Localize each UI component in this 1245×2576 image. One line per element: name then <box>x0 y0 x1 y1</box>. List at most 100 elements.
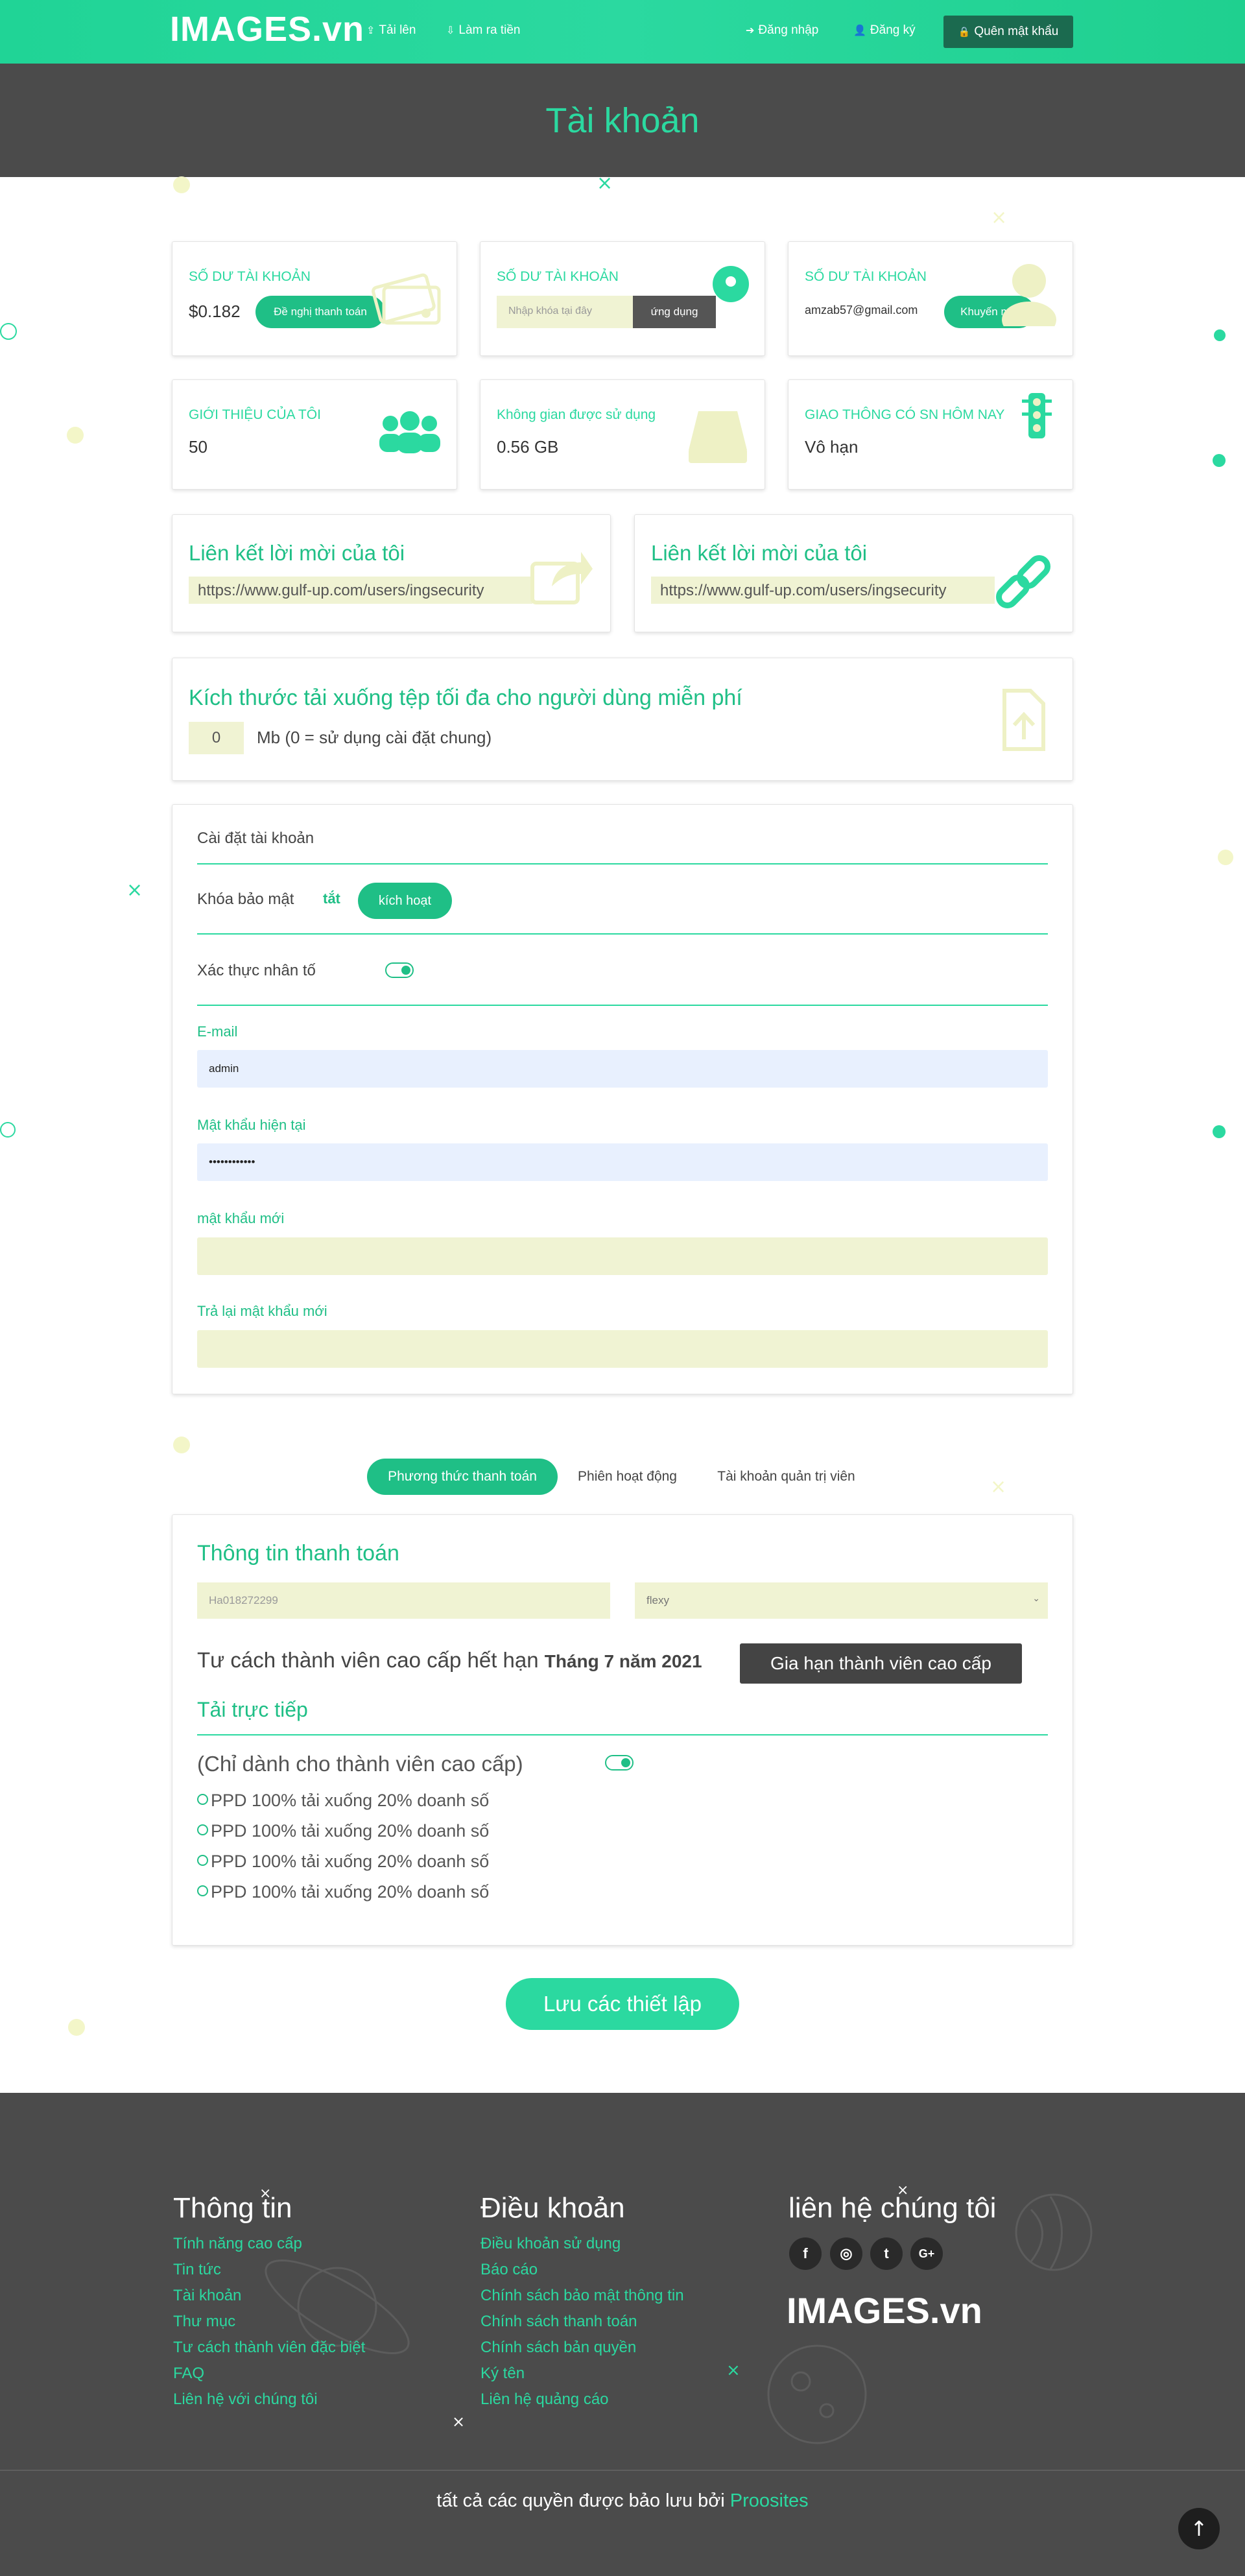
footer-link[interactable]: Liên hệ với chúng tôi <box>173 2387 365 2413</box>
invite-link-field[interactable]: https://www.gulf-up.com/users/ingsecurit… <box>189 577 532 604</box>
google-plus-icon[interactable]: G+ <box>910 2237 943 2270</box>
premium-expiry-label: Tư cách thành viên cao cấp hết hạn <box>197 1648 539 1672</box>
decor-cross: × <box>990 1475 1007 1498</box>
direct-download-toggle[interactable] <box>605 1755 634 1771</box>
divider <box>197 863 1048 865</box>
invite-link-field[interactable]: https://www.gulf-up.com/users/ingsecurit… <box>651 577 995 604</box>
divider <box>197 1734 1048 1735</box>
decor-bubble <box>173 176 190 193</box>
footer-link[interactable]: Báo cáo <box>480 2257 684 2283</box>
footer-link[interactable]: Chính sách thanh toán <box>480 2309 684 2335</box>
decor-bubble <box>1214 329 1226 341</box>
decor-bubble <box>0 323 17 340</box>
activate-security-button[interactable]: kích hoạt <box>358 883 452 919</box>
nav-earn-money[interactable]: ⇩ Làm ra tiền <box>446 23 520 38</box>
ppd-option-label: PPD 100% tải xuống 20% doanh số <box>211 1882 490 1902</box>
top-navbar: IMAGES.vn ⇪ Tải lên ⇩ Làm ra tiền ➔ Đăng nh… <box>0 0 1245 64</box>
twitter-icon[interactable]: t <box>870 2237 903 2270</box>
renew-premium-button[interactable]: Gia hạn thành viên cao cấp <box>740 1643 1022 1684</box>
footer-link[interactable]: Thư mục <box>173 2309 365 2335</box>
footer-link[interactable]: Tài khoản <box>173 2283 365 2309</box>
footer-link[interactable]: Liên hệ quảng cáo <box>480 2387 684 2413</box>
footer-link[interactable]: Tư cách thành viên đặc biệt <box>173 2335 365 2361</box>
premium-only-note: (Chỉ dành cho thành viên cao cấp) <box>197 1752 523 1776</box>
decor-cross: × <box>991 206 1008 229</box>
footer-link[interactable]: Tin tức <box>173 2257 365 2283</box>
space-used-label: Không gian được sử dụng <box>497 407 656 422</box>
ppd-option[interactable]: PPD 100% tải xuống 20% doanh số <box>197 1791 489 1811</box>
tab-active-sessions[interactable]: Phiên hoạt động <box>564 1459 691 1495</box>
footer-logo[interactable]: IMAGES.vn <box>787 2289 982 2332</box>
nav-login[interactable]: ➔ Đăng nhập <box>746 23 818 38</box>
radio-icon <box>197 1855 208 1866</box>
nav-upload[interactable]: ⇪ Tải lên <box>366 23 416 38</box>
copyright-text: tất cả các quyền được bảo lưu bởi <box>436 2490 725 2511</box>
payment-account-input[interactable]: Ha018272299 <box>197 1582 610 1619</box>
referrals-card: GIỚI THIỆU CỦA TÔI 50 <box>172 379 457 490</box>
site-logo[interactable]: IMAGES.vn <box>170 9 364 49</box>
confirm-password-field[interactable] <box>197 1330 1048 1368</box>
new-password-label: mật khẩu mới <box>197 1210 285 1226</box>
traffic-label: GIAO THÔNG CÓ SN HÔM NAY <box>805 407 1005 422</box>
nav-earn-label: Làm ra tiền <box>458 23 521 37</box>
decor-cross: × <box>126 879 143 901</box>
save-settings-button[interactable]: Lưu các thiết lập <box>506 1978 739 2030</box>
footer-link[interactable]: Tính năng cao cấp <box>173 2231 365 2257</box>
moon-decoration <box>767 2344 867 2444</box>
payment-method-select[interactable]: flexy ⌄ <box>635 1582 1048 1619</box>
space-used-card: Không gian được sử dụng 0.56 GB <box>480 379 765 490</box>
decor-bubble <box>0 1122 16 1138</box>
ppd-option-label: PPD 100% tải xuống 20% doanh số <box>211 1821 490 1841</box>
invite-link-title: Liên kết lời mời của tôi <box>651 541 868 565</box>
planet-decoration <box>1015 2193 1093 2271</box>
footer-contact-column: liên hệ chúng tôi <box>788 2192 996 2231</box>
forgot-password-button[interactable]: 🔒 Quên mật khẩu <box>943 16 1073 48</box>
max-download-input[interactable]: 0 <box>189 722 244 754</box>
person-icon <box>1002 264 1056 326</box>
footer-link[interactable]: Ký tên <box>480 2361 684 2387</box>
ppd-option[interactable]: PPD 100% tải xuống 20% doanh số <box>197 1852 489 1872</box>
link-chain-icon <box>996 555 1050 608</box>
coupon-card: SỐ DƯ TÀI KHOẢN Nhập khóa tại đây ứng dụ… <box>480 241 765 356</box>
footer-link[interactable]: Chính sách bảo mật thông tin <box>480 2283 684 2309</box>
tab-payment-methods[interactable]: Phương thức thanh toán <box>367 1459 558 1495</box>
account-settings-card: Cài đặt tài khoản Khóa bảo mật tắt kích … <box>172 804 1073 1394</box>
request-payment-button[interactable]: Đề nghị thanh toán <box>255 296 385 328</box>
tab-admin-accounts[interactable]: Tài khoản quản trị viên <box>700 1459 872 1495</box>
users-group-icon <box>379 411 440 453</box>
decor-cross: × <box>597 172 613 195</box>
two-factor-toggle[interactable] <box>385 962 414 978</box>
facebook-icon[interactable]: f <box>789 2237 822 2270</box>
nav-register[interactable]: 👤 Đăng ký <box>853 23 916 38</box>
credit-card-icon <box>372 273 441 325</box>
decor-bubble <box>68 2019 85 2036</box>
footer-info-column: Thông tin Tính năng cao cấp Tin tức Tài … <box>173 2192 365 2413</box>
current-password-field[interactable]: •••••••••••• <box>197 1143 1048 1181</box>
key-icon <box>713 266 749 302</box>
ppd-option[interactable]: PPD 100% tải xuống 20% doanh số <box>197 1882 489 1902</box>
ppd-option[interactable]: PPD 100% tải xuống 20% doanh số <box>197 1821 489 1841</box>
balance-value: $0.182 <box>189 302 241 321</box>
invite-link-title: Liên kết lời mời của tôi <box>189 541 405 565</box>
payment-info-card: Thông tin thanh toán Ha018272299 flexy ⌄ … <box>172 1514 1073 1946</box>
page-title: Tài khoản <box>545 101 700 140</box>
scroll-to-top-button[interactable]: ↑ <box>1178 2508 1220 2549</box>
copyright-brand-link[interactable]: Proosites <box>730 2490 809 2511</box>
footer-link[interactable]: Điều khoản sử dụng <box>480 2231 684 2257</box>
chevron-down-icon: ⌄ <box>1032 1593 1040 1603</box>
coupon-key-input[interactable]: Nhập khóa tại đây <box>497 296 633 328</box>
max-download-title: Kích thước tải xuống tệp tối đa cho ngườ… <box>189 686 742 710</box>
settings-heading: Cài đặt tài khoản <box>197 829 314 847</box>
footer-link[interactable]: Chính sách bản quyền <box>480 2335 684 2361</box>
radio-icon <box>197 1794 208 1805</box>
traffic-card: GIAO THÔNG CÓ SN HÔM NAY Vô hạn <box>788 379 1073 490</box>
new-password-field[interactable] <box>197 1237 1048 1275</box>
instagram-icon[interactable]: ◎ <box>830 2237 862 2270</box>
decor-bubble <box>1213 1125 1226 1138</box>
nav-upload-label: Tải lên <box>379 23 416 37</box>
referrals-label: GIỚI THIỆU CỦA TÔI <box>189 407 321 422</box>
premium-expiry-date: Tháng 7 năm 2021 <box>544 1651 702 1671</box>
footer-link[interactable]: FAQ <box>173 2361 365 2387</box>
email-field[interactable]: admin <box>197 1050 1048 1088</box>
decor-cross: × <box>259 2186 272 2202</box>
